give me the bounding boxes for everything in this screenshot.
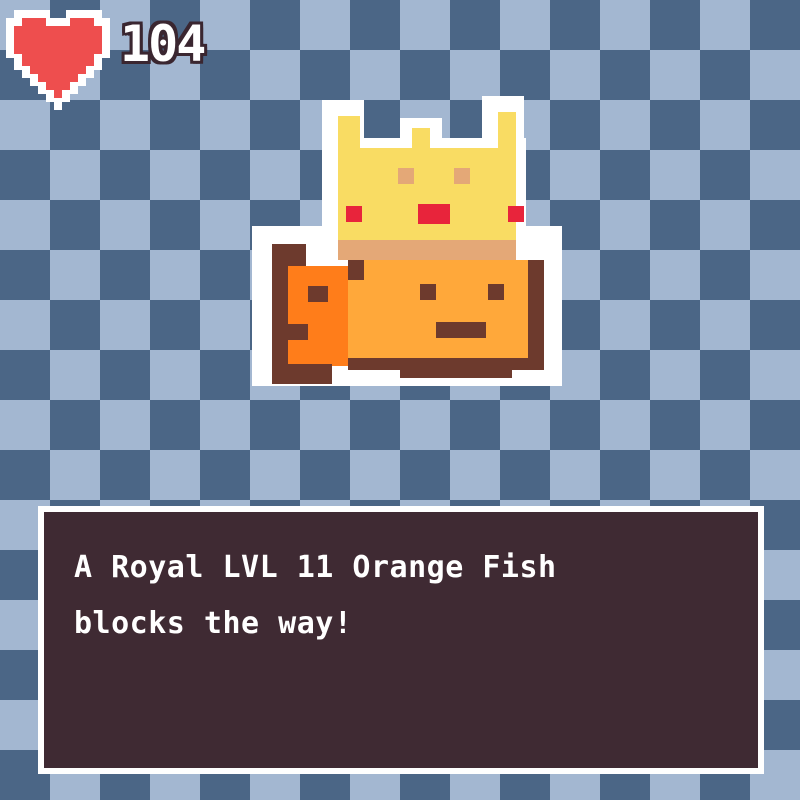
dialog-text-area: A Royal LVL 11 Orange Fish blocks the wa… xyxy=(44,512,758,768)
heart-icon xyxy=(6,10,110,110)
royal-orange-fish-sprite xyxy=(252,96,562,386)
hud: 104 xyxy=(0,0,260,110)
hp-value: 104 xyxy=(120,15,206,73)
dialog-line-2: blocks the way! xyxy=(74,606,353,641)
dialog-line-1: A Royal LVL 11 Orange Fish xyxy=(74,550,557,585)
dialog-box[interactable]: A Royal LVL 11 Orange Fish blocks the wa… xyxy=(38,506,764,774)
